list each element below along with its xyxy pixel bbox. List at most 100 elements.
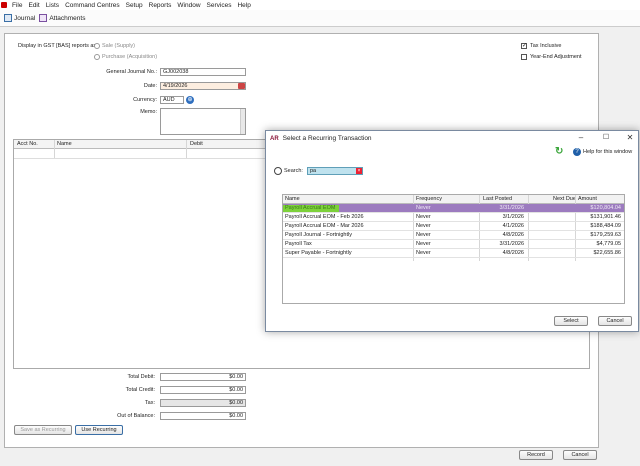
currency-info-icon[interactable]: ⊕: [186, 96, 194, 104]
row-last-posted: 4/8/2026: [502, 250, 524, 256]
row-frequency: Never: [416, 205, 431, 211]
search-label: Search:: [284, 168, 303, 174]
menu-reports[interactable]: Reports: [149, 2, 172, 9]
row-frequency: Never: [416, 223, 431, 229]
currency-label: Currency:: [133, 97, 157, 103]
date-label: Date:: [143, 83, 157, 89]
memo-label: Memo:: [140, 109, 157, 115]
table-header: Name Frequency Last Posted Next Due Amou…: [283, 195, 624, 204]
table-row[interactable]: Payroll Journal - Fortnightly Never 4/8/…: [283, 231, 624, 240]
year-end-checkbox[interactable]: [521, 54, 527, 60]
row-name: Payroll Tax: [285, 241, 312, 247]
menu-window[interactable]: Window: [177, 2, 200, 9]
purchase-radio[interactable]: [94, 54, 100, 60]
row-amount: $22,655.86: [593, 250, 621, 256]
year-end-label: Year-End Adjustment: [530, 54, 582, 60]
row-last-posted: 3/1/2026: [502, 214, 524, 220]
row-amount: $131,901.46: [590, 214, 621, 220]
search-value: pa: [310, 168, 317, 174]
menu-bar: File Edit Lists Command Centres Setup Re…: [0, 0, 640, 10]
help-link[interactable]: Help for this window: [583, 149, 632, 155]
journal-no-field[interactable]: GJ002038: [160, 68, 246, 76]
row-last-posted: 4/1/2026: [502, 223, 524, 229]
recurring-dialog: AR Select a Recurring Transaction – ☐ ✕ …: [265, 130, 639, 332]
dialog-cancel-button[interactable]: Cancel: [598, 316, 632, 326]
select-button[interactable]: Select: [554, 316, 588, 326]
toolbar: Journal Attachments: [0, 10, 640, 27]
attachments-button[interactable]: Attachments: [39, 14, 85, 22]
use-recurring-button[interactable]: Use Recurring: [75, 425, 123, 435]
record-button[interactable]: Record: [519, 450, 553, 460]
row-name: Payroll Accrual EOM - Mar 2026: [285, 223, 364, 229]
row-amount: $120,804.04: [590, 205, 621, 211]
gst-label: Display in GST [BAS] reports as:: [18, 43, 98, 49]
currency-field[interactable]: AUD: [160, 96, 184, 104]
sale-radio[interactable]: [94, 43, 100, 49]
tax-value: $0.00: [160, 399, 246, 407]
row-frequency: Never: [416, 232, 431, 238]
attachments-label: Attachments: [49, 14, 86, 22]
table-row[interactable]: Payroll Accrual EOM Never 3/31/2026 $120…: [283, 204, 624, 213]
col-debit: Debit: [190, 141, 203, 147]
calendar-icon[interactable]: [238, 83, 245, 89]
table-row[interactable]: Payroll Accrual EOM - Mar 2026 Never 4/1…: [283, 222, 624, 231]
date-field[interactable]: 4/19/2026: [160, 82, 246, 90]
memo-field[interactable]: [160, 108, 246, 135]
tax-inclusive-checkbox[interactable]: ✓: [521, 43, 527, 49]
search-input[interactable]: pa: [307, 167, 363, 175]
row-last-posted: 3/31/2026: [499, 241, 524, 247]
col-name[interactable]: Name: [285, 196, 300, 202]
table-row[interactable]: Payroll Tax Never 3/31/2026 $4,779.05: [283, 240, 624, 249]
row-frequency: Never: [416, 250, 431, 256]
col-amount[interactable]: Amount: [578, 196, 597, 202]
row-amount: $179,259.63: [590, 232, 621, 238]
table-row[interactable]: Super Payable - Fortnightly Never 4/8/20…: [283, 249, 624, 258]
maximize-button[interactable]: ☐: [599, 133, 613, 143]
app-icon: [1, 2, 7, 8]
save-as-recurring-button[interactable]: Save as Recurring: [14, 425, 72, 435]
row-amount: $188,484.09: [590, 223, 621, 229]
out-of-balance-label: Out of Balance:: [117, 413, 155, 419]
help-icon[interactable]: ?: [573, 148, 581, 156]
col-acct-no: Acct No.: [17, 141, 38, 147]
row-frequency: Never: [416, 214, 431, 220]
menu-lists[interactable]: Lists: [46, 2, 59, 9]
row-name: Payroll Accrual EOM - Feb 2026: [285, 214, 364, 220]
col-next-due[interactable]: Next Due: [553, 196, 576, 202]
memo-scrollbar[interactable]: [240, 109, 245, 134]
menu-help[interactable]: Help: [237, 2, 250, 9]
col-last-posted[interactable]: Last Posted: [483, 196, 512, 202]
row-last-posted: 4/8/2026: [502, 232, 524, 238]
clear-search-icon[interactable]: ×: [356, 168, 362, 174]
minimize-button[interactable]: –: [574, 133, 588, 143]
refresh-icon[interactable]: ↻: [555, 147, 564, 157]
row-last-posted: 3/31/2026: [499, 205, 524, 211]
dialog-title: Select a Recurring Transaction: [282, 135, 372, 142]
journal-label: Journal: [14, 14, 36, 22]
cancel-button[interactable]: Cancel: [563, 450, 597, 460]
out-of-balance-value: $0.00: [160, 412, 246, 420]
row-frequency: Never: [416, 241, 431, 247]
recurring-table: Name Frequency Last Posted Next Due Amou…: [282, 194, 625, 304]
col-name: Name: [57, 141, 72, 147]
sale-label: Sale (Supply): [102, 43, 136, 49]
grid-col-sep: [186, 140, 187, 158]
menu-command-centres[interactable]: Command Centres: [65, 2, 120, 9]
total-credit-label: Total Credit:: [125, 387, 155, 393]
table-row[interactable]: Payroll Accrual EOM - Feb 2026 Never 3/1…: [283, 213, 624, 222]
journal-tab[interactable]: Journal: [4, 14, 35, 22]
menu-file[interactable]: File: [12, 2, 22, 9]
grid-col-sep: [54, 140, 55, 158]
row-name: Payroll Journal - Fortnightly: [285, 232, 352, 238]
total-debit-label: Total Debit:: [127, 374, 155, 380]
menu-edit[interactable]: Edit: [28, 2, 39, 9]
menu-setup[interactable]: Setup: [126, 2, 143, 9]
journal-icon: [4, 14, 12, 22]
total-credit-value: $0.00: [160, 386, 246, 394]
tax-inclusive-label: Tax Inclusive: [530, 43, 562, 49]
close-button[interactable]: ✕: [623, 133, 637, 143]
tax-label: Tax:: [144, 400, 155, 406]
menu-services[interactable]: Services: [207, 2, 232, 9]
col-frequency[interactable]: Frequency: [416, 196, 442, 202]
row-name: Super Payable - Fortnightly: [285, 250, 352, 256]
